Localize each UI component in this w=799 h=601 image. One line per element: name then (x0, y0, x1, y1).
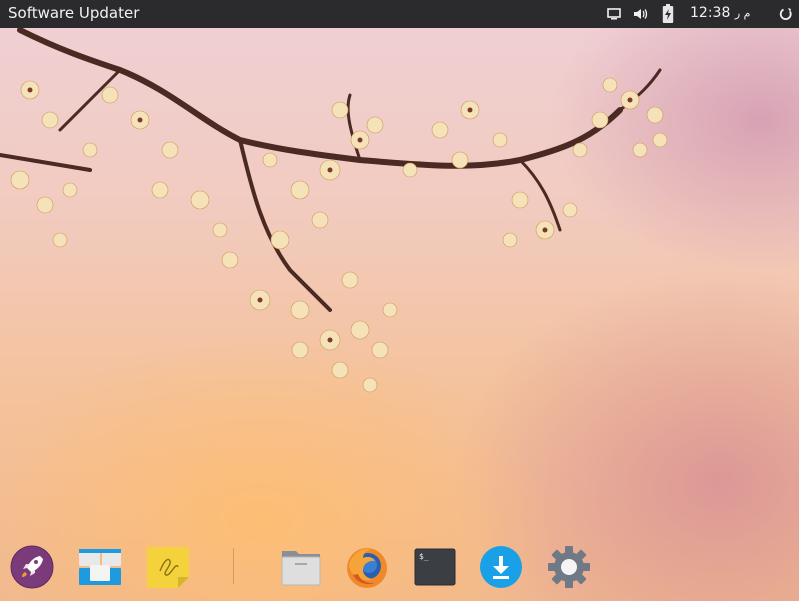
dock-item-sticky-notes[interactable] (146, 545, 190, 589)
display-indicator[interactable] (604, 0, 624, 28)
sound-indicator[interactable] (630, 0, 652, 28)
active-app-menu[interactable]: Software Updater (8, 4, 139, 22)
dock-item-launcher[interactable] (10, 545, 54, 589)
folder-icon (279, 545, 323, 589)
display-icon (607, 8, 621, 20)
dock-item-multitasking-view[interactable] (78, 545, 122, 589)
desktop-wallpaper (0, 0, 799, 601)
terminal-prompt: $_ (419, 552, 429, 561)
blossom-branch-image (0, 27, 668, 393)
datetime-indicator[interactable]: 12:38 م ر (690, 5, 754, 21)
battery-charging-icon (662, 4, 674, 24)
dock-item-system-settings[interactable] (547, 545, 591, 589)
session-indicator[interactable] (776, 0, 796, 28)
download-icon (479, 545, 523, 589)
dock-item-software-updater[interactable] (479, 545, 523, 589)
power-indicator[interactable] (658, 0, 678, 28)
dock: $_ (0, 538, 799, 601)
settings-gear-icon (547, 545, 591, 589)
dock-item-firefox[interactable] (345, 545, 389, 589)
workspaces-icon (78, 545, 122, 589)
clock-time: 12:38 (690, 5, 731, 21)
dock-item-terminal[interactable]: $_ (413, 545, 457, 589)
firefox-icon (345, 545, 389, 589)
sticky-note-icon (146, 545, 190, 589)
volume-icon (633, 7, 649, 21)
dock-item-files[interactable] (279, 545, 323, 589)
clock-period: م ر (734, 7, 751, 20)
power-icon (779, 7, 793, 21)
rocket-icon (10, 545, 54, 589)
dock-separator (233, 548, 234, 584)
top-panel: Software Updater 12:38 م ر (0, 0, 799, 28)
terminal-icon: $_ (413, 545, 457, 589)
